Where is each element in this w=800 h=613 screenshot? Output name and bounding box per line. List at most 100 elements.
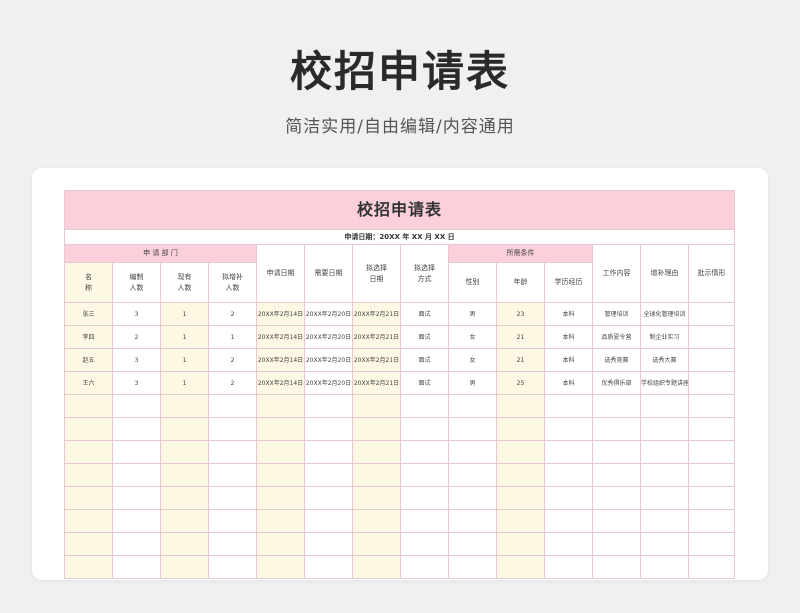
table-cell[interactable]: 3 [112, 302, 161, 326]
table-cell[interactable]: 优秀俱乐部 [592, 371, 641, 395]
empty-cell[interactable] [544, 463, 593, 487]
empty-cell[interactable] [352, 440, 401, 464]
table-cell[interactable]: 2 [208, 348, 257, 372]
empty-cell[interactable] [160, 532, 209, 556]
empty-cell[interactable] [64, 509, 113, 533]
empty-cell[interactable] [592, 417, 641, 441]
empty-cell[interactable] [640, 486, 689, 510]
empty-cell[interactable] [160, 440, 209, 464]
header-age[interactable]: 年龄 [496, 262, 545, 303]
empty-cell[interactable] [592, 463, 641, 487]
table-cell[interactable]: 选秀大赛 [640, 348, 689, 372]
table-cell[interactable]: 20XX年2月20日 [304, 302, 353, 326]
empty-cell[interactable] [304, 394, 353, 418]
table-cell[interactable]: 20XX年2月20日 [304, 325, 353, 349]
empty-cell[interactable] [687, 463, 736, 487]
empty-cell[interactable] [64, 463, 113, 487]
empty-cell[interactable] [496, 394, 545, 418]
table-cell[interactable]: 20XX年2月21日 [352, 302, 401, 326]
table-cell[interactable]: 2 [208, 371, 257, 395]
empty-cell[interactable] [544, 486, 593, 510]
empty-cell[interactable] [112, 486, 161, 510]
table-cell[interactable]: 王六 [64, 371, 113, 395]
empty-cell[interactable] [687, 555, 736, 579]
empty-cell[interactable] [640, 532, 689, 556]
empty-cell[interactable] [304, 532, 353, 556]
table-cell[interactable]: 20XX年2月20日 [304, 348, 353, 372]
empty-cell[interactable] [160, 486, 209, 510]
empty-cell[interactable] [448, 394, 497, 418]
empty-cell[interactable] [256, 463, 305, 487]
application-date-line[interactable]: 申请日期：20XX 年 XX 月 XX 日 [64, 229, 736, 245]
header-name[interactable]: 名 称 [64, 262, 113, 303]
table-cell[interactable]: 面试 [400, 371, 449, 395]
empty-cell[interactable] [544, 440, 593, 464]
empty-cell[interactable] [448, 417, 497, 441]
table-cell[interactable]: 23 [496, 302, 545, 326]
empty-cell[interactable] [304, 417, 353, 441]
empty-cell[interactable] [687, 532, 736, 556]
table-cell[interactable]: 面试 [400, 302, 449, 326]
empty-cell[interactable] [352, 555, 401, 579]
empty-cell[interactable] [352, 509, 401, 533]
empty-cell[interactable] [448, 532, 497, 556]
empty-cell[interactable] [544, 394, 593, 418]
empty-cell[interactable] [256, 417, 305, 441]
empty-cell[interactable] [640, 394, 689, 418]
table-cell[interactable]: 3 [112, 371, 161, 395]
table-cell[interactable]: 面试 [400, 348, 449, 372]
empty-cell[interactable] [352, 463, 401, 487]
empty-cell[interactable] [448, 555, 497, 579]
empty-cell[interactable] [400, 394, 449, 418]
empty-cell[interactable] [208, 532, 257, 556]
empty-cell[interactable] [64, 555, 113, 579]
empty-cell[interactable] [496, 463, 545, 487]
table-cell[interactable]: 本科 [544, 348, 593, 372]
empty-cell[interactable] [640, 440, 689, 464]
table-cell[interactable]: 20XX年2月20日 [304, 371, 353, 395]
table-cell[interactable]: 选秀竞赛 [592, 348, 641, 372]
table-cell[interactable]: 学校组织专题讲座 [640, 371, 689, 395]
empty-cell[interactable] [304, 440, 353, 464]
table-cell[interactable]: 1 [160, 371, 209, 395]
empty-cell[interactable] [687, 417, 736, 441]
empty-cell[interactable] [112, 532, 161, 556]
table-cell[interactable]: 全球化管理培训 [640, 302, 689, 326]
table-cell[interactable] [687, 302, 736, 326]
table-cell[interactable]: 2 [208, 302, 257, 326]
empty-cell[interactable] [448, 463, 497, 487]
empty-cell[interactable] [256, 509, 305, 533]
empty-cell[interactable] [400, 532, 449, 556]
table-cell[interactable]: 20XX年2月21日 [352, 325, 401, 349]
empty-cell[interactable] [496, 555, 545, 579]
table-cell[interactable]: 本科 [544, 302, 593, 326]
empty-cell[interactable] [400, 486, 449, 510]
empty-cell[interactable] [112, 555, 161, 579]
empty-cell[interactable] [400, 417, 449, 441]
empty-cell[interactable] [304, 509, 353, 533]
table-cell[interactable]: 20XX年2月14日 [256, 371, 305, 395]
empty-cell[interactable] [687, 394, 736, 418]
empty-cell[interactable] [112, 440, 161, 464]
empty-cell[interactable] [208, 440, 257, 464]
header-quota[interactable]: 编制 人数 [112, 262, 161, 303]
empty-cell[interactable] [160, 555, 209, 579]
header-to-fill[interactable]: 拟增补 人数 [208, 262, 257, 303]
empty-cell[interactable] [496, 417, 545, 441]
empty-cell[interactable] [208, 486, 257, 510]
table-cell[interactable]: 1 [160, 325, 209, 349]
empty-cell[interactable] [160, 394, 209, 418]
empty-cell[interactable] [208, 417, 257, 441]
empty-cell[interactable] [496, 486, 545, 510]
table-cell[interactable]: 21 [496, 348, 545, 372]
empty-cell[interactable] [352, 417, 401, 441]
table-cell[interactable]: 男 [448, 371, 497, 395]
empty-cell[interactable] [592, 440, 641, 464]
empty-cell[interactable] [400, 463, 449, 487]
sheet-title[interactable]: 校招申请表 [64, 190, 736, 230]
empty-cell[interactable] [687, 509, 736, 533]
table-cell[interactable]: 21 [496, 325, 545, 349]
header-select-date[interactable]: 拟选择 日期 [352, 244, 401, 303]
table-cell[interactable]: 1 [208, 325, 257, 349]
table-cell[interactable]: 2 [112, 325, 161, 349]
